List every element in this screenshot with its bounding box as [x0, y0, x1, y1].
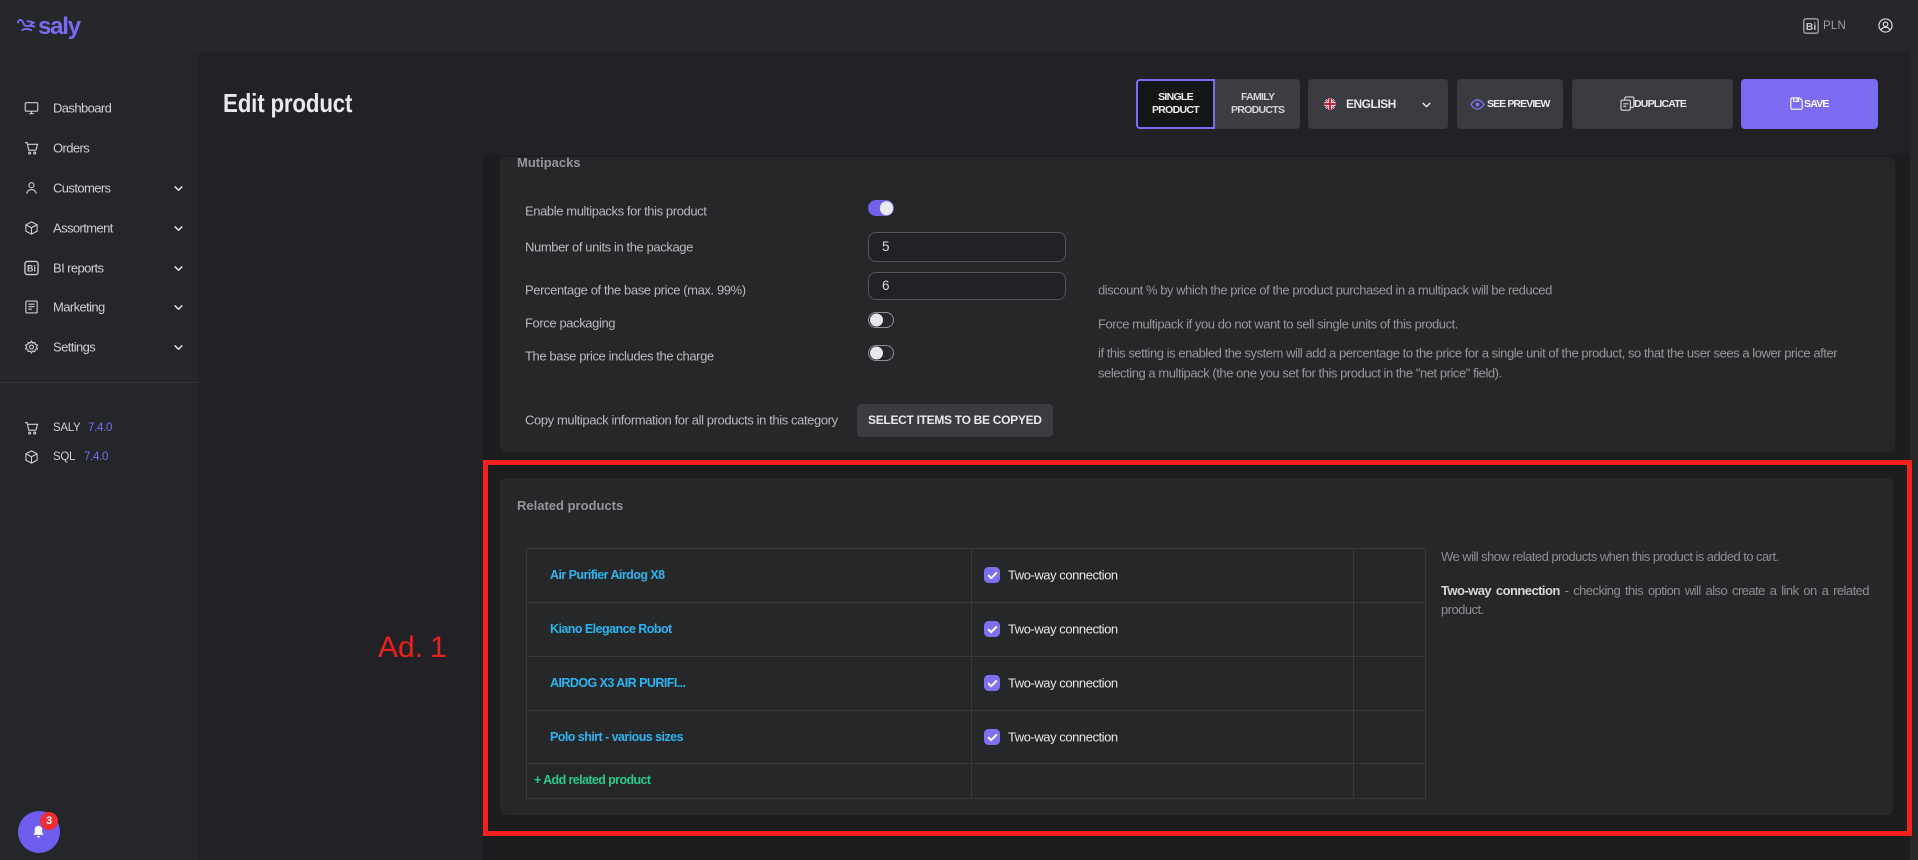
- svg-text:Bi: Bi: [27, 263, 36, 273]
- svg-text:Bi: Bi: [1806, 21, 1817, 33]
